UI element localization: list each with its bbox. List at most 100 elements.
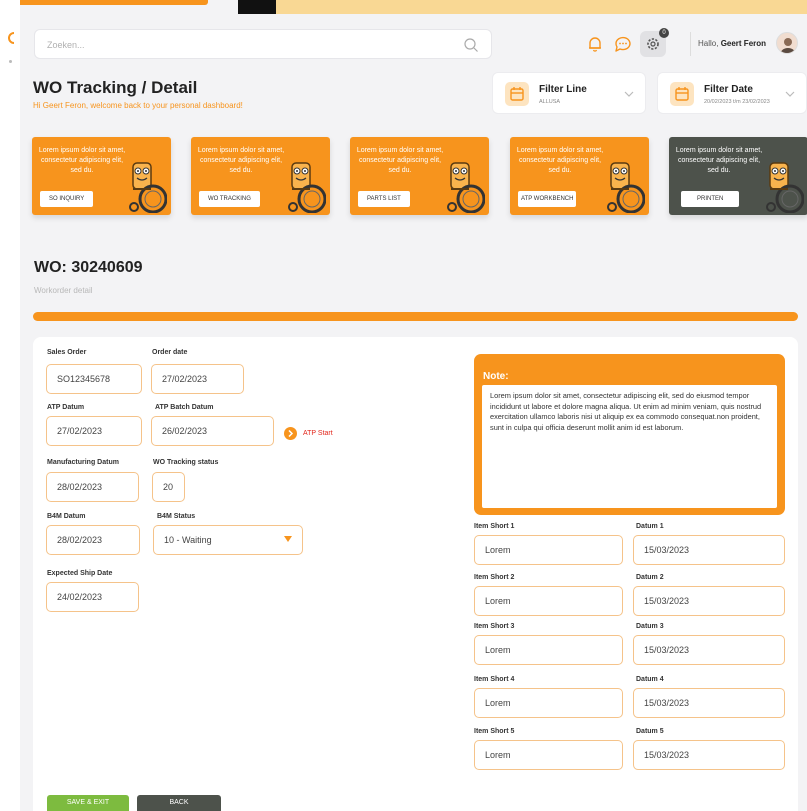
item-short-field[interactable]: Lorem	[474, 535, 623, 565]
page-title: WO Tracking / Detail	[33, 78, 198, 97]
card-atp-workbench: Lorem ipsum dolor sit amet, consectetur …	[510, 137, 649, 215]
wheelchair-mascot-icon	[284, 159, 327, 214]
page-subtitle: Hi Geert Feron, welcome back to your per…	[33, 101, 243, 110]
item-short-field[interactable]: Lorem	[474, 635, 623, 665]
b4m-datum-label: B4M Datum	[47, 513, 86, 520]
logo-icon[interactable]	[4, 30, 16, 48]
item-date-label: Datum 1	[636, 523, 664, 530]
filter-line-value: ALLUSA	[539, 99, 561, 105]
order-date-label: Order date	[152, 349, 188, 356]
top-accent-strip	[12, 0, 208, 5]
wo-tracking-status-label: WO Tracking status	[153, 459, 219, 466]
top-cream-strip	[276, 0, 807, 14]
card-text: Lorem ipsum dolor sit amet, consectetur …	[197, 147, 285, 174]
note-title: Note:	[483, 371, 509, 382]
wheelchair-mascot-icon	[603, 159, 646, 214]
note-textarea[interactable]: Lorem ipsum dolor sit amet, consectetur …	[482, 385, 777, 508]
rail-dot	[9, 60, 12, 63]
filter-date-dropdown[interactable]: Filter Date 20/02/2023 t/m 23/02/2023	[657, 72, 807, 114]
user-name: Geert Feron	[720, 39, 767, 48]
filter-date-label: Filter Date	[704, 84, 753, 95]
back-button[interactable]: BACK	[137, 795, 221, 811]
manufacturing-datum-field[interactable]: 28/02/2023	[46, 472, 139, 502]
card-wo-tracking: Lorem ipsum dolor sit amet, consectetur …	[191, 137, 330, 215]
atp-datum-field[interactable]: 27/02/2023	[46, 416, 142, 446]
search-input[interactable]	[47, 36, 447, 54]
atp-batch-datum-field[interactable]: 26/02/2023	[151, 416, 274, 446]
workorder-title: WO: 30240609	[34, 259, 143, 276]
workorder-progress-bar	[33, 312, 798, 321]
item-short-label: Item Short 3	[474, 623, 515, 630]
item-date-field[interactable]: 15/03/2023	[633, 635, 785, 665]
top-dark-block	[238, 0, 276, 14]
wo-tracking-button[interactable]: WO TRACKING	[199, 191, 260, 207]
bell-icon[interactable]	[584, 33, 606, 55]
notification-badge: 0	[659, 28, 669, 38]
printen-button[interactable]: PRINTEN	[681, 191, 740, 207]
order-date-field[interactable]: 27/02/2023	[151, 364, 244, 394]
user-greeting: Hallo, Geert Feron	[698, 39, 766, 48]
card-parts-list: Lorem ipsum dolor sit amet, consectetur …	[350, 137, 489, 215]
filter-date-value: 20/02/2023 t/m 23/02/2023	[704, 99, 770, 105]
expected-ship-date-label: Expected Ship Date	[47, 570, 113, 577]
sidebar-rail	[0, 0, 20, 811]
item-short-label: Item Short 5	[474, 728, 515, 735]
card-so-inquiry: Lorem ipsum dolor sit amet, consectetur …	[32, 137, 171, 215]
parts-list-button[interactable]: PARTS LIST	[358, 191, 410, 207]
calendar-icon	[670, 82, 694, 106]
b4m-status-value: 10 - Waiting	[164, 535, 212, 545]
item-date-label: Datum 5	[636, 728, 664, 735]
card-text: Lorem ipsum dolor sit amet, consectetur …	[516, 147, 604, 174]
item-date-field[interactable]: 15/03/2023	[633, 535, 785, 565]
item-short-label: Item Short 1	[474, 523, 515, 530]
b4m-status-label: B4M Status	[157, 513, 196, 520]
filter-line-label: Filter Line	[539, 84, 587, 95]
note-box: Note: Lorem ipsum dolor sit amet, consec…	[474, 354, 785, 515]
save-exit-button[interactable]: SAVE & EXIT	[47, 795, 129, 811]
card-text: Lorem ipsum dolor sit amet, consectetur …	[675, 147, 763, 174]
atp-workbench-button[interactable]: ATP WORKBENCH	[518, 191, 577, 207]
b4m-status-select[interactable]: 10 - Waiting	[153, 525, 303, 555]
chevron-down-icon	[623, 87, 635, 99]
dropdown-arrow-icon	[284, 536, 292, 542]
card-text: Lorem ipsum dolor sit amet, consectetur …	[356, 147, 444, 174]
item-date-field[interactable]: 15/03/2023	[633, 688, 785, 718]
gear-icon[interactable]: 0	[640, 28, 669, 57]
expected-ship-date-field[interactable]: 24/02/2023	[46, 582, 139, 612]
atp-datum-label: ATP Datum	[47, 404, 85, 411]
wo-tracking-status-field[interactable]: 20	[152, 472, 185, 502]
item-date-field[interactable]: 15/03/2023	[633, 586, 785, 616]
sales-order-label: Sales Order	[47, 349, 87, 356]
chevron-right-icon	[284, 427, 297, 440]
sales-order-field[interactable]: SO12345678	[46, 364, 142, 394]
chevron-down-icon	[784, 87, 796, 99]
item-short-field[interactable]: Lorem	[474, 688, 623, 718]
item-short-field[interactable]: Lorem	[474, 586, 623, 616]
search-bar	[34, 29, 492, 59]
calendar-icon	[505, 82, 529, 106]
card-printen: Lorem ipsum dolor sit amet, consectetur …	[669, 137, 807, 215]
atp-start-label: ATP Start	[303, 430, 333, 437]
item-date-label: Datum 2	[636, 574, 664, 581]
so-inquiry-button[interactable]: SO INQUIRY	[40, 191, 94, 207]
wheelchair-mascot-icon	[443, 159, 486, 214]
workorder-subtitle: Workorder detail	[34, 286, 93, 295]
avatar[interactable]	[776, 32, 798, 54]
item-date-label: Datum 3	[636, 623, 664, 630]
card-text: Lorem ipsum dolor sit amet, consectetur …	[38, 147, 126, 174]
b4m-datum-field[interactable]: 28/02/2023	[46, 525, 140, 555]
item-date-field[interactable]: 15/03/2023	[633, 740, 785, 770]
search-icon[interactable]	[463, 37, 479, 53]
item-short-label: Item Short 4	[474, 676, 515, 683]
wheelchair-mascot-icon	[762, 159, 805, 214]
header-divider	[690, 32, 691, 56]
filter-line-dropdown[interactable]: Filter Line ALLUSA	[492, 72, 646, 114]
item-short-field[interactable]: Lorem	[474, 740, 623, 770]
item-date-label: Datum 4	[636, 676, 664, 683]
greeting-text: Hallo,	[698, 39, 719, 48]
atp-batch-datum-label: ATP Batch Datum	[155, 404, 214, 411]
chat-icon[interactable]	[612, 33, 634, 55]
item-short-label: Item Short 2	[474, 574, 515, 581]
wheelchair-mascot-icon	[125, 159, 168, 214]
manufacturing-datum-label: Manufacturing Datum	[47, 459, 119, 466]
